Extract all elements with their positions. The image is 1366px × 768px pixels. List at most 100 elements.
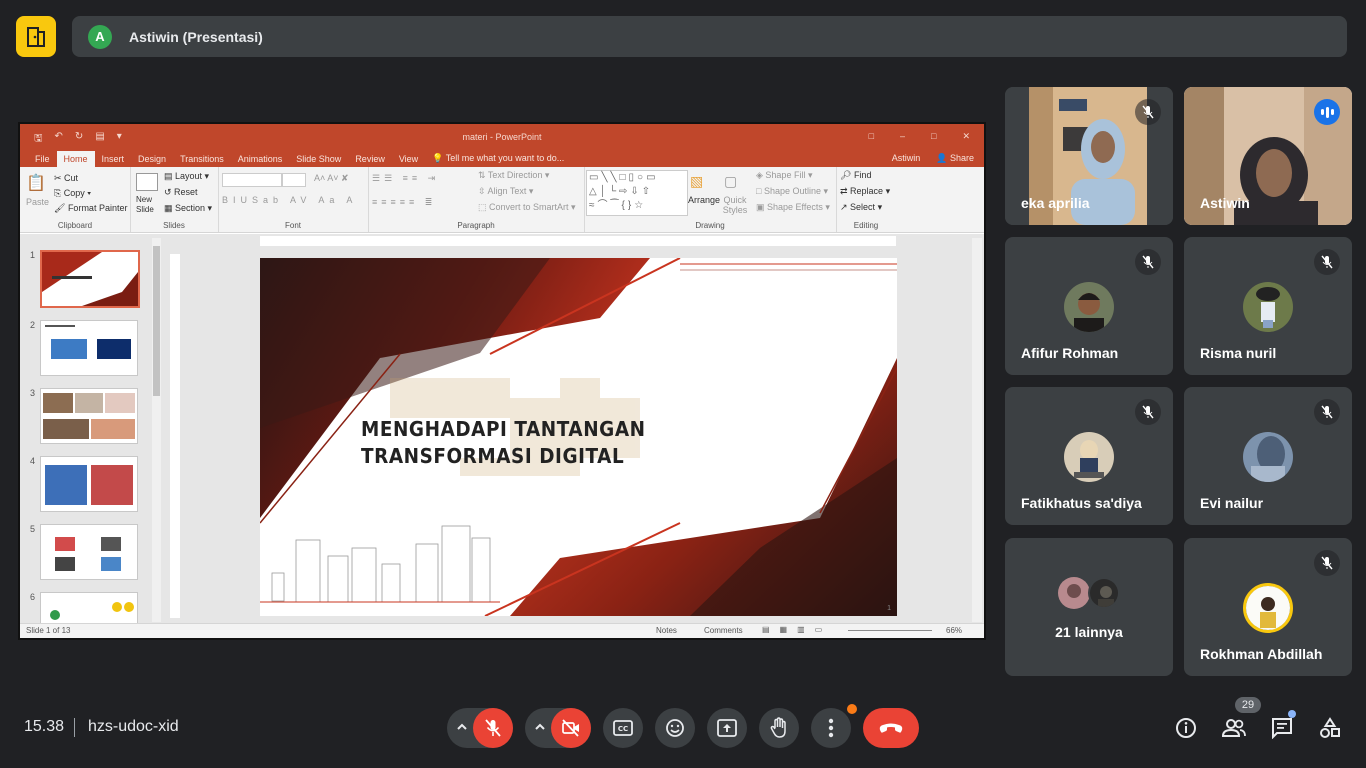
- comments-button: Comments: [704, 626, 743, 635]
- participant-tile[interactable]: Evi nailur: [1184, 387, 1352, 525]
- align-text-text: Align Text: [487, 186, 527, 196]
- format-painter-label: 🖌 Format Painter: [54, 203, 128, 213]
- avatar: [1058, 577, 1090, 609]
- slide-canvas: MENGHADAPI TANTANGAN TRANSFORMASI DIGITA…: [260, 258, 897, 616]
- slide-thumbnail: [40, 250, 140, 308]
- more-options-button[interactable]: [811, 704, 857, 748]
- tell-me-text: Tell me what you want to do...: [445, 153, 565, 163]
- leave-call-button[interactable]: [863, 708, 919, 748]
- group-slides: New Slide ▤ Layout ▾ ↺ Reset ▦ Section ▾…: [130, 167, 219, 232]
- thumbnail-scrollbar: [152, 238, 161, 622]
- view-icons: ▤▦▥▭: [762, 625, 833, 634]
- camera-toggle-button[interactable]: [551, 708, 591, 748]
- mic-off-icon: [485, 719, 501, 737]
- find-label: 🔎︎ Find: [840, 170, 872, 180]
- svg-text:CC: CC: [618, 725, 628, 733]
- slide-thumbnails: 1 2 3 4 5 6: [20, 234, 165, 624]
- meeting-details-button[interactable]: [1170, 712, 1202, 744]
- presenter-label: Astiwin (Presentasi): [129, 28, 263, 45]
- avatar: [1243, 282, 1293, 332]
- font-format-icons: BIUSab AV Aa A: [222, 195, 358, 205]
- slide-thumbnail: [40, 320, 138, 376]
- font-name-box: [222, 173, 282, 187]
- camera-options-chevron-icon[interactable]: [533, 720, 547, 739]
- font-group-label: Font: [284, 221, 301, 230]
- participant-tile[interactable]: Rokhman Abdillah: [1184, 538, 1352, 676]
- activities-button[interactable]: [1314, 712, 1346, 744]
- participant-name: Astiwin: [1200, 195, 1250, 211]
- others-count-label: 21 lainnya: [1055, 624, 1123, 640]
- mic-off-icon: [1135, 249, 1161, 275]
- participant-tile[interactable]: Afifur Rohman: [1005, 237, 1173, 375]
- section-label: ▦ Section ▾: [164, 203, 213, 213]
- new-slide-label: New Slide: [136, 195, 154, 214]
- presenter-avatar: A: [88, 24, 112, 49]
- arrange-label: Arrange: [688, 195, 721, 205]
- shape-effects-text: Shape Effects: [767, 202, 823, 212]
- slide-thumbnail: [40, 456, 138, 512]
- notes-button: Notes: [656, 626, 677, 635]
- reactions-button[interactable]: [655, 708, 695, 748]
- thumbnail-art: [45, 465, 133, 505]
- more-vert-icon: [828, 718, 834, 738]
- participant-tile[interactable]: Astiwin: [1184, 87, 1352, 225]
- slide-thumbnail: [40, 388, 138, 444]
- slide-number: 2: [30, 320, 36, 330]
- participant-tile[interactable]: Risma nuril: [1184, 237, 1352, 375]
- mic-toggle-button[interactable]: [473, 708, 513, 748]
- chat-notification-dot: [1288, 710, 1296, 718]
- raise-hand-button[interactable]: [759, 708, 799, 748]
- slides-group-label: Slides: [163, 221, 185, 230]
- emoji-icon: [666, 719, 684, 737]
- avatar: [1064, 432, 1114, 482]
- ppt-user: Astiwin: [891, 153, 921, 163]
- tab-file: File: [35, 154, 50, 164]
- slide-count: Slide 1 of 13: [26, 626, 71, 635]
- avatar: [1064, 282, 1114, 332]
- activities-shapes-icon: [1320, 717, 1340, 738]
- thumbnail-art: [55, 537, 121, 571]
- captions-icon: CC: [613, 720, 633, 736]
- qat-more-icon: ▾: [116, 131, 122, 142]
- presenter-bar: A Astiwin (Presentasi): [72, 16, 1347, 57]
- present-button[interactable]: [707, 708, 747, 748]
- app-logo[interactable]: [16, 16, 56, 57]
- chat-button[interactable]: [1266, 710, 1298, 744]
- participant-tile[interactable]: Fatikhatus sa'diya: [1005, 387, 1173, 525]
- others-tile[interactable]: 21 lainnya: [1005, 538, 1173, 676]
- present-icon: ▤: [95, 131, 105, 142]
- align-icons: ≡≡≡≡≡ ≣: [372, 197, 437, 207]
- mic-options-chevron-icon[interactable]: [455, 720, 469, 739]
- slide-title: MENGHADAPI TANTANGAN TRANSFORMASI DIGITA…: [361, 417, 646, 468]
- paragraph-group-label: Paragraph: [457, 221, 495, 230]
- clipboard-group-label: Clipboard: [57, 221, 93, 230]
- people-icon: [1221, 719, 1246, 737]
- close-icon: ✕: [962, 131, 970, 141]
- tab-home: Home: [56, 151, 95, 167]
- cut-text: Cut: [64, 173, 79, 183]
- info-icon: [1176, 718, 1196, 738]
- tell-me-box: 💡 Tell me what you want to do...: [432, 153, 565, 163]
- group-font: A˄ A˅ ✘ BIUSab AV Aa A Font: [218, 167, 369, 232]
- ppt-title-bar: 🖫 ↶ ↻ ▤ ▾ materi - PowerPoint □ – □ ✕: [20, 124, 984, 150]
- quick-access-toolbar: 🖫 ↶ ↻ ▤ ▾: [34, 131, 122, 148]
- group-paragraph: ☰☰ ≡≡ ⇥ ≡≡≡≡≡ ≣ ⇅ Text Direction ▾ ⇳ Ali…: [368, 167, 585, 232]
- shared-screen[interactable]: 🖫 ↶ ↻ ▤ ▾ materi - PowerPoint □ – □ ✕ Fi…: [18, 122, 986, 640]
- align-text-label: ⇳ Align Text ▾: [478, 186, 534, 196]
- undo-icon: ↶: [54, 131, 63, 142]
- participant-name: Rokhman Abdillah: [1200, 646, 1323, 662]
- share-label: Share: [949, 153, 974, 163]
- ppt-status-bar: Slide 1 of 13 Notes Comments ▤▦▥▭ 66%: [20, 623, 984, 638]
- list-icons: ☰☰ ≡≡ ⇥: [372, 173, 440, 183]
- font-size-box: [282, 173, 306, 187]
- layout-text: Layout: [175, 171, 203, 181]
- speaking-indicator-icon: [1314, 99, 1340, 125]
- slide-scrollbar: [972, 238, 982, 622]
- participant-tile[interactable]: eka aprilia: [1005, 87, 1173, 225]
- camera-control-group: [525, 708, 591, 748]
- slide-number: 4: [30, 456, 36, 466]
- people-button[interactable]: [1218, 712, 1250, 744]
- smartart-label: ⬚ Convert to SmartArt ▾: [478, 202, 576, 212]
- ppt-body: 1 2 3 4 5 6 MENGHADAPI TANTANGAN TRANSFO…: [20, 234, 984, 624]
- captions-button[interactable]: CC: [603, 708, 643, 748]
